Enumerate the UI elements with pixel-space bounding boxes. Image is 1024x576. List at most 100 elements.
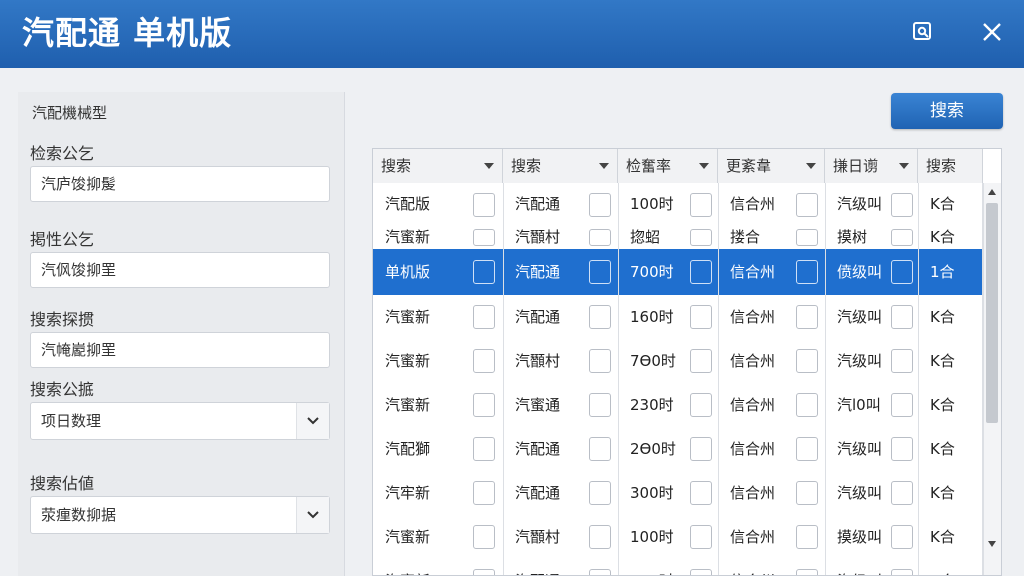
table-cell: K合 xyxy=(930,228,955,246)
row-checkbox[interactable] xyxy=(796,481,818,505)
field-input[interactable]: 汽㐽馂㧕罜 xyxy=(30,252,330,288)
field-input[interactable]: 汽庐馂㧕髲 xyxy=(30,166,330,202)
close-button[interactable] xyxy=(972,14,1012,50)
table-cell: K合 xyxy=(930,528,955,546)
column-header[interactable]: 更紊韋 xyxy=(718,149,825,183)
row-checkbox[interactable] xyxy=(891,481,913,505)
row-checkbox[interactable] xyxy=(690,305,712,329)
row-checkbox[interactable] xyxy=(690,525,712,549)
row-checkbox[interactable] xyxy=(473,393,495,417)
column-header[interactable]: 搛日谫 xyxy=(825,149,918,183)
column-header-label: 搜索 xyxy=(926,157,957,175)
select-dropdown[interactable]: 荥㾖数㧕据 xyxy=(30,496,330,534)
row-checkbox[interactable] xyxy=(796,193,818,217)
row-checkbox[interactable] xyxy=(796,349,818,373)
row-checkbox[interactable] xyxy=(473,525,495,549)
row-checkbox[interactable] xyxy=(690,569,712,575)
row-checkbox[interactable] xyxy=(589,349,611,373)
row-checkbox[interactable] xyxy=(891,525,913,549)
column-divider xyxy=(503,183,504,575)
row-checkbox[interactable] xyxy=(796,437,818,461)
row-checkbox[interactable] xyxy=(796,393,818,417)
results-table: 搜索 搜索 检奮率 更紊韋 搛日谫 搜索 汽配版 汽配通 100时 信合州 汽级叫 K合汽… xyxy=(372,148,1002,576)
row-checkbox[interactable] xyxy=(473,305,495,329)
row-checkbox[interactable] xyxy=(891,260,913,284)
table-row[interactable]: 单机版 汽配通 700时 信合州 偾级叫 1合 xyxy=(373,249,983,296)
row-checkbox[interactable] xyxy=(473,569,495,575)
row-checkbox[interactable] xyxy=(796,525,818,549)
row-checkbox[interactable] xyxy=(891,437,913,461)
row-checkbox[interactable] xyxy=(473,437,495,461)
table-row[interactable]: 汽牢新 汽配通 300时 信合州 汽级叫 K合 xyxy=(373,471,983,516)
row-checkbox[interactable] xyxy=(891,229,913,246)
select-value: 项日数理 xyxy=(41,412,102,430)
field-label: 搜索探掼 xyxy=(30,310,95,329)
row-checkbox[interactable] xyxy=(473,193,495,217)
table-row[interactable]: 汽蜜新 汽䫬村 100时 信合州 摸级叫 K合 xyxy=(373,515,983,560)
row-checkbox[interactable] xyxy=(690,229,712,246)
column-header[interactable]: 搜索 xyxy=(503,149,618,183)
row-checkbox[interactable] xyxy=(589,393,611,417)
row-checkbox[interactable] xyxy=(589,525,611,549)
title-bar: 汽配通 单机版 xyxy=(0,0,1024,68)
row-checkbox[interactable] xyxy=(796,569,818,575)
row-checkbox[interactable] xyxy=(589,229,611,246)
table-cell: K合 xyxy=(930,440,955,458)
column-header-label: 更紊韋 xyxy=(726,157,772,175)
table-row[interactable]: 汽蜜新汽配通140时信合州汽级叫K合 xyxy=(373,559,983,575)
field-label: 掲性公乞 xyxy=(30,230,95,249)
row-checkbox[interactable] xyxy=(891,393,913,417)
row-checkbox[interactable] xyxy=(891,569,913,575)
field-input[interactable]: 汽㡋嶏㧕罜 xyxy=(30,332,330,368)
row-checkbox[interactable] xyxy=(473,229,495,246)
column-header-label: 搛日谫 xyxy=(833,157,879,175)
row-checkbox[interactable] xyxy=(589,437,611,461)
row-checkbox[interactable] xyxy=(589,260,611,284)
table-cell: K合 xyxy=(930,308,955,326)
select-label: 搜索佔値 xyxy=(30,474,95,493)
row-checkbox[interactable] xyxy=(473,349,495,373)
table-row[interactable]: 汽蜜新 汽配通 160时 信合州 汽级叫 K合 xyxy=(373,295,983,340)
dropdown-arrow-icon xyxy=(806,163,816,169)
row-checkbox[interactable] xyxy=(796,260,818,284)
row-checkbox[interactable] xyxy=(690,481,712,505)
column-header-label: 搜索 xyxy=(511,157,542,175)
scroll-up-icon[interactable] xyxy=(988,189,996,195)
scrollbar-thumb[interactable] xyxy=(986,203,998,423)
app-title: 汽配通 单机版 xyxy=(22,14,233,52)
table-row[interactable]: 汽蜜新 汽蜜通 230时 信合州 汽l0叫 K合 xyxy=(373,383,983,428)
table-row[interactable]: 汽配版 汽配通 100时 信合州 汽级叫 K合 xyxy=(373,183,983,227)
row-checkbox[interactable] xyxy=(690,193,712,217)
chevron-down-icon xyxy=(296,497,329,533)
row-checkbox[interactable] xyxy=(473,260,495,284)
row-checkbox[interactable] xyxy=(796,229,818,246)
column-header[interactable]: 检奮率 xyxy=(618,149,718,183)
row-checkbox[interactable] xyxy=(690,260,712,284)
row-checkbox[interactable] xyxy=(589,569,611,575)
row-checkbox[interactable] xyxy=(891,305,913,329)
column-divider xyxy=(918,183,919,575)
row-checkbox[interactable] xyxy=(690,437,712,461)
column-header[interactable]: 搜索 xyxy=(373,149,503,183)
table-row[interactable]: 汽蜜新 汽䫬村 7Ѳ0时 信合州 汽级叫 K合 xyxy=(373,339,983,384)
row-checkbox[interactable] xyxy=(891,193,913,217)
row-checkbox[interactable] xyxy=(690,349,712,373)
scroll-down-icon[interactable] xyxy=(988,541,996,547)
row-checkbox[interactable] xyxy=(589,481,611,505)
search-button[interactable]: 搜索 xyxy=(891,93,1003,129)
table-row[interactable]: 汽配獅 汽配通 2Ѳ0时 信合州 汽级叫 K合 xyxy=(373,427,983,472)
column-header[interactable]: 搜索 xyxy=(918,149,983,183)
row-checkbox[interactable] xyxy=(796,305,818,329)
row-checkbox[interactable] xyxy=(589,193,611,217)
select-label: 搜索公掋 xyxy=(30,380,95,399)
row-checkbox[interactable] xyxy=(473,481,495,505)
table-cell: K合 xyxy=(930,484,955,502)
select-dropdown[interactable]: 项日数理 xyxy=(30,402,330,440)
vertical-scrollbar[interactable] xyxy=(982,183,1001,575)
table-cell: K合 xyxy=(930,396,955,414)
search-window-button[interactable] xyxy=(903,14,943,50)
row-checkbox[interactable] xyxy=(589,305,611,329)
row-checkbox[interactable] xyxy=(891,349,913,373)
table-row[interactable]: 汽蜜新 汽䫬村 㧾蛁 搂合 摸树 K合 xyxy=(373,226,983,250)
row-checkbox[interactable] xyxy=(690,393,712,417)
